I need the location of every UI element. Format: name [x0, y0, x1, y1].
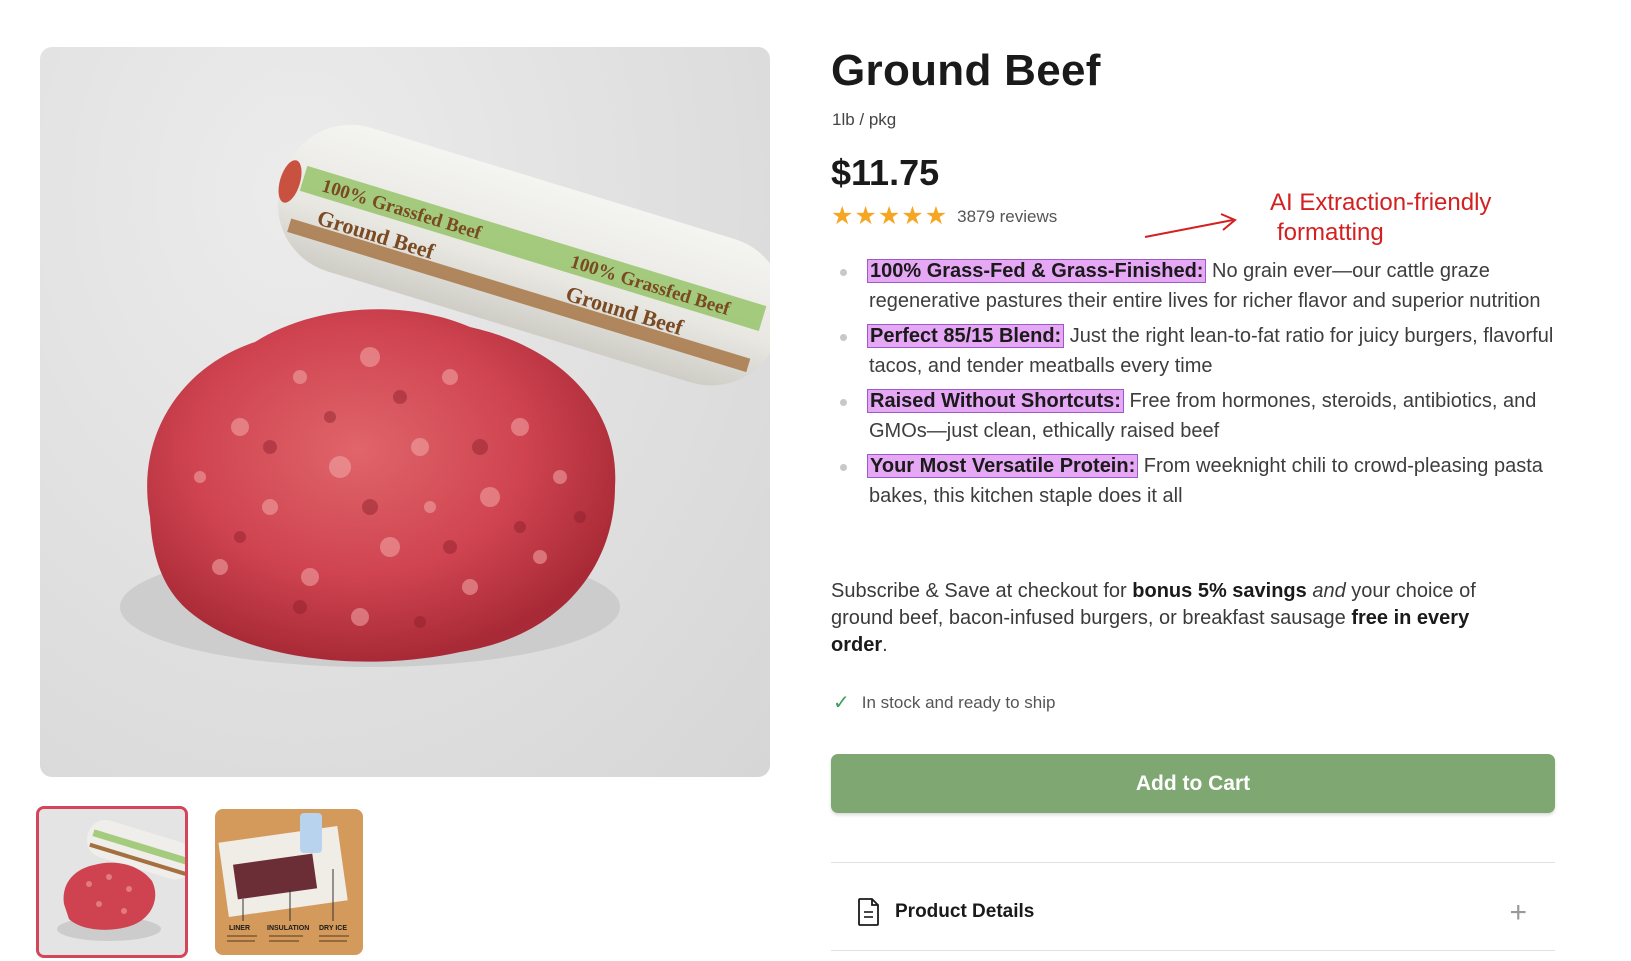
- annotation-line-1: AI Extraction-friendly: [1270, 189, 1492, 216]
- thumb-label-insulation: INSULATION: [267, 925, 309, 932]
- bullet-icon: [840, 464, 847, 471]
- feature-list: 100% Grass-Fed & Grass-Finished: No grai…: [831, 256, 1561, 516]
- rating[interactable]: ★ ★ ★ ★ ★ 3879 reviews: [831, 204, 1057, 229]
- plus-icon[interactable]: +: [1509, 898, 1527, 928]
- annotation-line-2: formatting: [1277, 219, 1384, 246]
- ground-beef-mound: [147, 309, 616, 662]
- feature-item: 100% Grass-Fed & Grass-Finished: No grai…: [831, 256, 1561, 316]
- stock-text: In stock and ready to ship: [861, 692, 1056, 712]
- feature-item: Raised Without Shortcuts: Free from horm…: [831, 386, 1561, 446]
- product-title: Ground Beef: [831, 46, 1101, 95]
- star-icon: ★: [877, 202, 901, 230]
- product-price: $11.75: [831, 152, 940, 193]
- star-icon: ★: [854, 202, 877, 230]
- stock-status: ✓ In stock and ready to ship: [833, 690, 1056, 715]
- annotation-label: AI Extraction-friendly formatting: [1270, 188, 1530, 248]
- thumbnail-beef-image: [39, 809, 185, 955]
- bullet-icon: [840, 399, 847, 406]
- add-to-cart-button[interactable]: Add to Cart: [831, 754, 1555, 813]
- feature-item: Your Most Versatile Protein: From weekni…: [831, 451, 1561, 511]
- checkmark-icon: ✓: [833, 692, 850, 714]
- thumb-label-liner: LINER: [229, 925, 250, 932]
- promo-and: and: [1312, 580, 1346, 602]
- bullet-icon: [840, 269, 847, 276]
- divider: [831, 950, 1555, 951]
- main-product-image[interactable]: 100% Grassfed Beef Ground Beef 100% Gras…: [40, 47, 770, 777]
- feature-label: Raised Without Shortcuts:: [867, 389, 1124, 413]
- product-info: Ground Beef 1lb / pkg $11.75 ★ ★ ★ ★ ★ 3…: [831, 0, 1566, 961]
- feature-label: 100% Grass-Fed & Grass-Finished:: [867, 259, 1207, 283]
- promo-bonus: bonus 5% savings: [1132, 580, 1307, 602]
- star-icon: ★: [831, 202, 854, 230]
- review-count[interactable]: 3879 reviews: [957, 207, 1057, 227]
- annotation-arrow-icon: [1144, 213, 1237, 238]
- divider: [831, 862, 1555, 863]
- feature-label: Perfect 85/15 Blend:: [867, 324, 1065, 348]
- product-details-accordion[interactable]: Product Details +: [831, 880, 1555, 944]
- product-unit: 1lb / pkg: [832, 110, 897, 129]
- subscribe-promo: Subscribe & Save at checkout for bonus 5…: [831, 578, 1531, 659]
- promo-text: Subscribe & Save at checkout for: [831, 580, 1133, 602]
- bullet-icon: [840, 334, 847, 341]
- document-icon: [858, 898, 879, 926]
- thumbnail-packaging-image: LINER INSULATION DRY ICE: [215, 809, 363, 955]
- star-rating: ★ ★ ★ ★ ★: [831, 204, 947, 229]
- star-icon: ★: [901, 202, 924, 230]
- promo-period: .: [882, 634, 888, 656]
- thumb-label-dry-ice: DRY ICE: [319, 925, 347, 932]
- product-details-label: Product Details: [895, 901, 1035, 922]
- feature-label: Your Most Versatile Protein:: [867, 454, 1139, 478]
- ground-beef-photo: 100% Grassfed Beef Ground Beef 100% Gras…: [120, 124, 770, 667]
- star-icon: ★: [924, 202, 948, 230]
- thumbnail-packaging[interactable]: LINER INSULATION DRY ICE: [215, 809, 363, 955]
- thumbnail-ground-beef[interactable]: [36, 806, 188, 958]
- feature-item: Perfect 85/15 Blend: Just the right lean…: [831, 321, 1561, 381]
- thumbnail-strip: LINER INSULATION DRY ICE: [36, 806, 376, 958]
